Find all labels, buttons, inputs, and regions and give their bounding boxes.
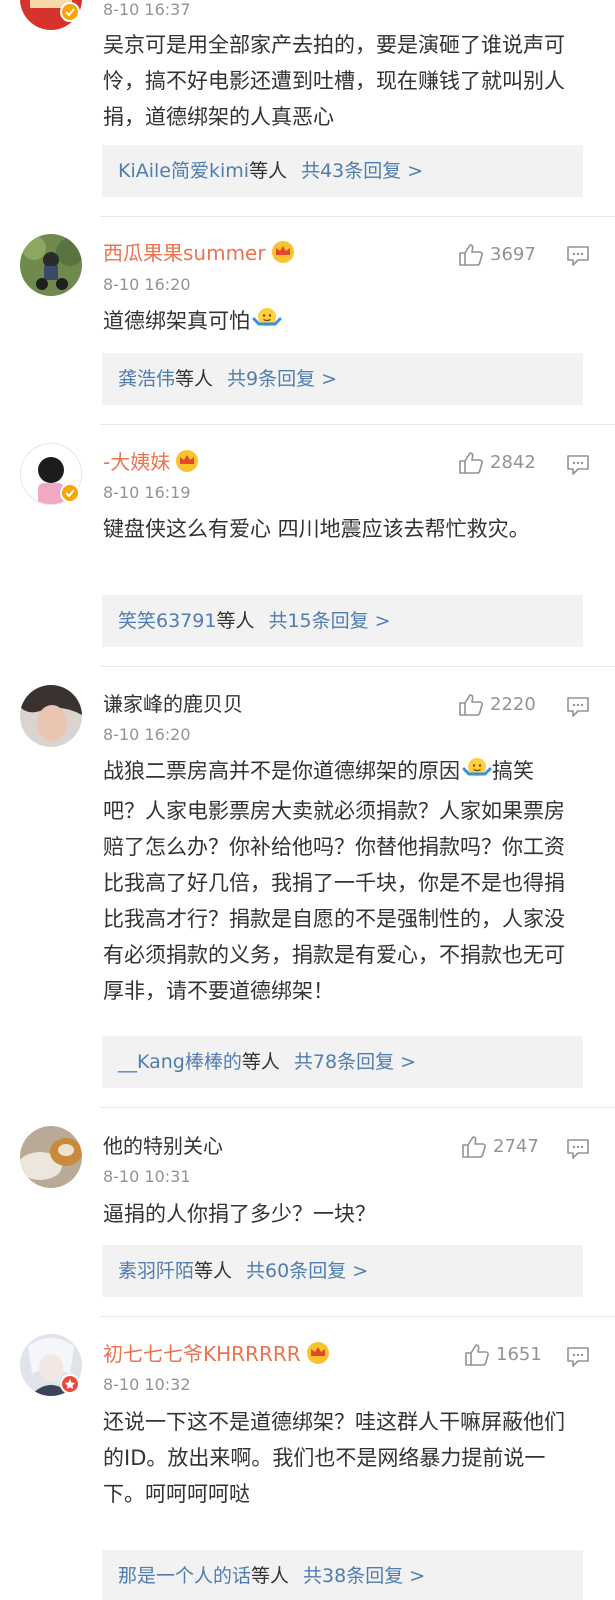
reply-user[interactable]: 素羽阡陌 — [118, 1260, 194, 1282]
like-button[interactable]: 2747 — [461, 1135, 539, 1159]
crown-icon — [306, 1342, 330, 1370]
reply-count-link[interactable]: 共38条回复 > — [303, 1565, 425, 1587]
like-count: 2220 — [490, 694, 536, 715]
like-count: 2842 — [490, 452, 536, 473]
reply-user[interactable]: 那是一个人的话 — [118, 1565, 251, 1587]
reply-deng: 等人 — [241, 1051, 280, 1073]
comment-time: 8-10 16:19 — [103, 483, 191, 502]
username-text[interactable]: 西瓜果果summer — [103, 241, 266, 265]
divider — [100, 1107, 615, 1108]
comment-text: 战狼二票房高并不是你道德绑架的原因 搞笑吧？人家电影票房大卖就必须捐款？人家如果票… — [103, 753, 573, 1009]
username[interactable]: 西瓜果果summer — [103, 240, 295, 269]
username-text[interactable]: -大姨妹 — [103, 450, 170, 474]
avatar[interactable] — [20, 1126, 82, 1188]
reply-count-link[interactable]: 共43条回复 > — [301, 160, 423, 182]
username-text[interactable]: 他的特别关心 — [103, 1134, 223, 1158]
thumbs-up-icon — [459, 694, 483, 716]
like-button[interactable]: 3697 — [458, 243, 536, 267]
username-text[interactable]: 初七七七爷KHRRRRR — [103, 1342, 301, 1366]
comment-time: 8-10 16:37 — [103, 0, 191, 19]
thumbs-up-icon — [459, 244, 483, 266]
thumbs-up-icon — [459, 452, 483, 474]
avatar[interactable] — [20, 234, 82, 296]
reply-user[interactable]: 龚浩伟 — [118, 368, 175, 390]
comment-time: 8-10 16:20 — [103, 275, 191, 294]
crown-icon — [271, 241, 295, 269]
username-text[interactable]: 谦家峰的鹿贝贝 — [103, 692, 243, 716]
divider — [100, 1316, 615, 1317]
like-button[interactable]: 2842 — [458, 451, 536, 475]
comment-time: 8-10 16:20 — [103, 725, 191, 744]
reply-count-link[interactable]: 共9条回复 > — [227, 368, 337, 390]
comment-time: 8-10 10:32 — [103, 1375, 191, 1394]
reply-deng: 等人 — [249, 160, 288, 182]
reply-summary[interactable]: __Kang棒棒的等人 共78条回复 > — [102, 1036, 583, 1088]
reply-icon[interactable] — [566, 245, 590, 267]
comment-text: 还说一下这不是道德绑架？哇这群人干嘛屏蔽他们的ID。放出来啊。我们也不是网络暴力… — [103, 1410, 565, 1506]
reply-user[interactable]: __Kang棒棒的 — [118, 1051, 242, 1073]
username[interactable]: -大姨妹 — [103, 449, 199, 478]
thumbs-up-icon — [465, 1344, 489, 1366]
reply-deng: 等人 — [194, 1260, 233, 1282]
username[interactable]: 他的特别关心 — [103, 1133, 223, 1159]
like-button[interactable]: 2220 — [458, 693, 536, 717]
crown-icon — [175, 450, 199, 478]
reply-icon[interactable] — [566, 454, 590, 476]
shrug-emoji-icon — [462, 756, 492, 793]
reply-deng: 等人 — [216, 610, 255, 632]
reply-user[interactable]: 笑笑63791 — [118, 610, 216, 632]
reply-count-link[interactable]: 共60条回复 > — [246, 1260, 368, 1282]
avatar[interactable] — [20, 0, 82, 30]
reply-user[interactable]: KiAile简爱kimi — [118, 160, 249, 182]
username[interactable]: 初七七七爷KHRRRRR — [103, 1341, 330, 1370]
divider — [100, 216, 615, 217]
divider — [100, 666, 615, 667]
divider — [100, 424, 615, 425]
reply-summary[interactable]: 龚浩伟等人 共9条回复 > — [102, 353, 583, 405]
comment-text: 键盘侠这么有爱心 四川地震应该去帮忙救灾。 — [103, 517, 530, 541]
reply-summary[interactable]: KiAile简爱kimi等人 共43条回复 > — [102, 145, 583, 197]
verified-badge-icon — [60, 2, 80, 22]
comment-text-continued: 搞笑吧？人家电影票房大卖就必须捐款？人家如果票房赔了怎么办？你补给他吗？你替他捐… — [103, 759, 565, 1003]
comment-text-body: 道德绑架真可怕 — [103, 309, 250, 333]
comment-text: 逼捐的人你捐了多少？一块？ — [103, 1202, 376, 1226]
like-count: 1651 — [496, 1344, 542, 1365]
avatar[interactable] — [20, 1334, 82, 1396]
reply-summary[interactable]: 笑笑63791等人 共15条回复 > — [102, 595, 583, 647]
like-button[interactable]: 1651 — [464, 1343, 542, 1367]
reply-deng: 等人 — [175, 368, 214, 390]
verified-badge-icon — [60, 1374, 80, 1394]
shrug-emoji-icon — [252, 306, 282, 343]
reply-icon[interactable] — [566, 1346, 590, 1368]
comment-text-body: 战狼二票房高并不是你道德绑架的原因 — [103, 759, 460, 783]
avatar[interactable] — [20, 685, 82, 747]
comment-time: 8-10 10:31 — [103, 1167, 191, 1186]
reply-summary[interactable]: 素羽阡陌等人 共60条回复 > — [102, 1245, 583, 1297]
reply-icon[interactable] — [566, 1138, 590, 1160]
verified-badge-icon — [60, 483, 80, 503]
reply-icon[interactable] — [566, 696, 590, 718]
like-count: 2747 — [493, 1136, 539, 1157]
reply-summary[interactable]: 那是一个人的话等人 共38条回复 > — [102, 1550, 583, 1600]
comment-text: 道德绑架真可怕 — [103, 303, 573, 343]
reply-count-link[interactable]: 共78条回复 > — [294, 1051, 416, 1073]
avatar[interactable] — [20, 443, 82, 505]
thumbs-up-icon — [462, 1136, 486, 1158]
username[interactable]: 谦家峰的鹿贝贝 — [103, 691, 243, 717]
reply-count-link[interactable]: 共15条回复 > — [268, 610, 390, 632]
comment-text: 吴京可是用全部家产去拍的，要是演砸了谁说声可怜，搞不好电影还遭到吐槽，现在赚钱了… — [103, 33, 565, 129]
reply-deng: 等人 — [251, 1565, 290, 1587]
like-count: 3697 — [490, 244, 536, 265]
